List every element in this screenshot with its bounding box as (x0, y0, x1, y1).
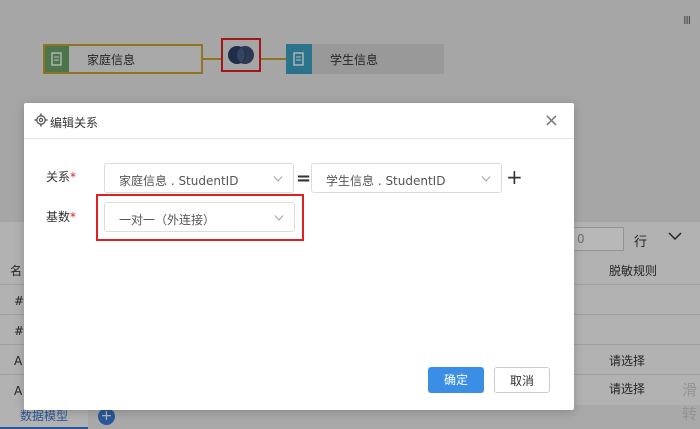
edit-relation-dialog: 编辑关系 × 关系* 家庭信息 . StudentID = 学生信息 . Stu… (24, 103, 574, 410)
right-field-select[interactable]: 学生信息 . StudentID (311, 163, 502, 193)
dialog-title: 编辑关系 (50, 116, 99, 130)
close-icon[interactable]: × (544, 110, 559, 131)
required-mark: * (70, 210, 77, 224)
left-field-value: 家庭信息 . StudentID (119, 174, 239, 188)
chevron-down-icon (481, 176, 491, 182)
gear-icon (34, 113, 48, 127)
confirm-button[interactable]: 确定 (428, 367, 484, 393)
required-mark: * (70, 170, 77, 184)
add-condition-button[interactable]: + (506, 165, 523, 189)
cardinality-label: 基数* (46, 210, 77, 224)
cancel-button[interactable]: 取消 (494, 367, 550, 393)
relation-label: 关系* (46, 170, 77, 184)
equals-sign: = (296, 168, 312, 189)
left-field-select[interactable]: 家庭信息 . StudentID (104, 163, 294, 193)
cardinality-highlight-frame (96, 194, 304, 241)
dialog-header: 编辑关系 × (24, 103, 574, 139)
right-field-value: 学生信息 . StudentID (326, 174, 446, 188)
chevron-down-icon (273, 176, 283, 182)
app-canvas: 家庭信息 学生信息 III 0 行 名 脱敏规则 # # A 请选择 A 请选择… (0, 0, 700, 429)
